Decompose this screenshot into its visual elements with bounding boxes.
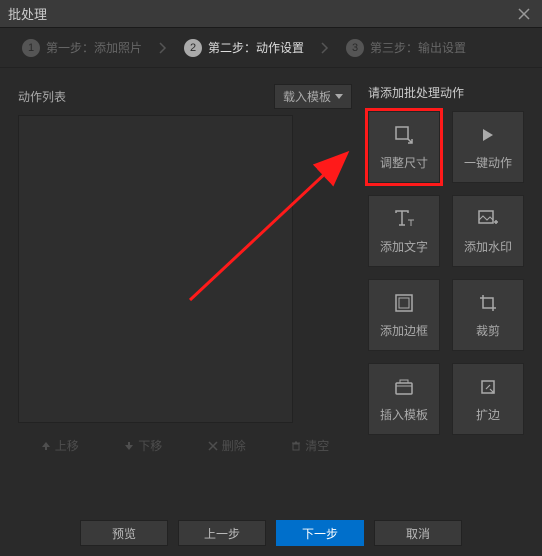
watermark-icon bbox=[477, 208, 499, 230]
add-action-panel: 请添加批处理动作 调整尺寸 一键动作 添加文字 bbox=[368, 84, 524, 460]
expand-action-button[interactable]: 扩边 bbox=[452, 363, 524, 435]
expand-icon bbox=[477, 376, 499, 398]
footer-buttons: 预览 上一步 下一步 取消 bbox=[0, 520, 542, 546]
move-down-label: 下移 bbox=[138, 437, 162, 454]
text-action-button[interactable]: 添加文字 bbox=[368, 195, 440, 267]
step-1[interactable]: 1 第一步：添加照片 bbox=[10, 39, 154, 57]
add-action-title: 请添加批处理动作 bbox=[368, 84, 524, 101]
move-down-button[interactable]: 下移 bbox=[102, 431, 186, 460]
close-icon bbox=[518, 8, 530, 20]
onekey-label: 一键动作 bbox=[464, 154, 512, 171]
template-action-button[interactable]: 插入模板 bbox=[368, 363, 440, 435]
crop-icon bbox=[477, 292, 499, 314]
step-3-label: 第三步：输出设置 bbox=[370, 39, 466, 56]
resize-icon bbox=[393, 124, 415, 146]
step-2[interactable]: 2 第二步：动作设置 bbox=[172, 39, 316, 57]
move-up-label: 上移 bbox=[55, 437, 79, 454]
action-list-label: 动作列表 bbox=[18, 88, 66, 105]
step-3-number: 3 bbox=[346, 39, 364, 57]
step-3[interactable]: 3 第三步：输出设置 bbox=[334, 39, 478, 57]
list-action-toolbar: 上移 下移 删除 清空 bbox=[18, 431, 352, 460]
border-action-button[interactable]: 添加边框 bbox=[368, 279, 440, 351]
crop-label: 裁剪 bbox=[476, 322, 500, 339]
step-1-label: 第一步：添加照片 bbox=[46, 39, 142, 56]
step-1-number: 1 bbox=[22, 39, 40, 57]
prev-button[interactable]: 上一步 bbox=[178, 520, 266, 546]
main-content: 动作列表 载入模板 上移 下移 删除 清空 bbox=[0, 68, 542, 476]
clear-label: 清空 bbox=[305, 437, 329, 454]
action-grid: 调整尺寸 一键动作 添加文字 添加水印 bbox=[368, 111, 524, 435]
move-up-button[interactable]: 上移 bbox=[18, 431, 102, 460]
action-list-header: 动作列表 载入模板 bbox=[18, 84, 352, 109]
arrow-up-icon bbox=[41, 441, 51, 451]
delete-label: 删除 bbox=[222, 437, 246, 454]
template-icon bbox=[393, 376, 415, 398]
next-button[interactable]: 下一步 bbox=[276, 520, 364, 546]
crop-action-button[interactable]: 裁剪 bbox=[452, 279, 524, 351]
watermark-action-button[interactable]: 添加水印 bbox=[452, 195, 524, 267]
titlebar: 批处理 bbox=[0, 0, 542, 28]
dropdown-icon bbox=[335, 94, 343, 99]
clear-button[interactable]: 清空 bbox=[269, 431, 353, 460]
onekey-action-button[interactable]: 一键动作 bbox=[452, 111, 524, 183]
step-2-label: 第二步：动作设置 bbox=[208, 39, 304, 56]
border-icon bbox=[393, 292, 415, 314]
resize-label: 调整尺寸 bbox=[380, 154, 428, 171]
cancel-button[interactable]: 取消 bbox=[374, 520, 462, 546]
watermark-label: 添加水印 bbox=[464, 238, 512, 255]
border-label: 添加边框 bbox=[380, 322, 428, 339]
action-list-panel: 动作列表 载入模板 上移 下移 删除 清空 bbox=[18, 84, 352, 460]
template-label: 插入模板 bbox=[380, 406, 428, 423]
preview-button[interactable]: 预览 bbox=[80, 520, 168, 546]
clear-icon bbox=[291, 441, 301, 451]
arrow-down-icon bbox=[124, 441, 134, 451]
load-template-button[interactable]: 载入模板 bbox=[274, 84, 352, 109]
resize-action-button[interactable]: 调整尺寸 bbox=[368, 111, 440, 183]
chevron-right-icon bbox=[158, 41, 168, 55]
load-template-label: 载入模板 bbox=[283, 88, 331, 105]
delete-button[interactable]: 删除 bbox=[185, 431, 269, 460]
text-label: 添加文字 bbox=[380, 238, 428, 255]
action-list-box[interactable] bbox=[18, 115, 293, 423]
chevron-right-icon bbox=[320, 41, 330, 55]
delete-icon bbox=[208, 441, 218, 451]
text-icon bbox=[393, 208, 415, 230]
close-button[interactable] bbox=[514, 4, 534, 24]
play-icon bbox=[477, 124, 499, 146]
window-title: 批处理 bbox=[8, 4, 47, 23]
step-breadcrumb: 1 第一步：添加照片 2 第二步：动作设置 3 第三步：输出设置 bbox=[0, 28, 542, 68]
expand-label: 扩边 bbox=[476, 406, 500, 423]
step-2-number: 2 bbox=[184, 39, 202, 57]
